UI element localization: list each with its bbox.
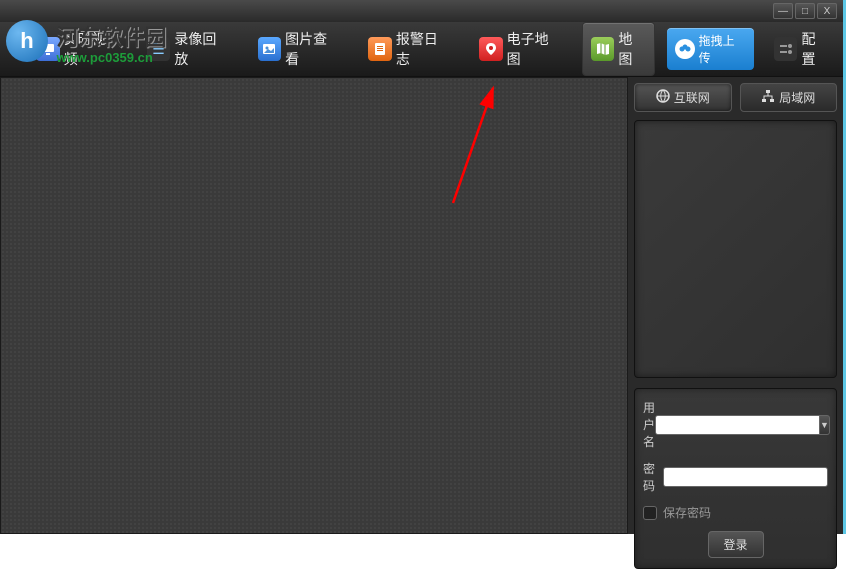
content-area: 互联网 局域网 用户名 ▼ 密码 (0, 77, 843, 534)
annotation-arrow-icon (413, 83, 533, 213)
tab-label: 地图 (618, 29, 646, 69)
config-icon (774, 37, 798, 61)
username-input[interactable] (655, 415, 820, 435)
tab-label: 互联网 (674, 89, 710, 106)
tab-label: 配置 (801, 29, 829, 69)
tab-label: 局域网 (779, 89, 815, 106)
tab-label: 录像回放 (174, 29, 229, 69)
device-list[interactable] (634, 120, 837, 378)
save-password-label: 保存密码 (663, 504, 711, 521)
maximize-button[interactable]: □ (795, 3, 815, 19)
emap-icon (479, 37, 503, 61)
main-canvas (0, 77, 628, 534)
tab-alarm-log[interactable]: 报警日志 (360, 25, 459, 73)
watermark-title: 河东软件园 (56, 20, 166, 52)
save-password-checkbox[interactable] (643, 506, 657, 520)
username-row: 用户名 ▼ (643, 399, 828, 450)
tab-map[interactable]: 地图 (582, 22, 655, 76)
map-icon (591, 37, 615, 61)
tab-label: 报警日志 (396, 29, 451, 69)
tab-internet[interactable]: 互联网 (634, 83, 732, 112)
login-button[interactable]: 登录 (708, 531, 764, 558)
password-input[interactable] (663, 467, 828, 487)
username-dropdown-arrow[interactable]: ▼ (820, 415, 830, 435)
watermark-logo: h 河东软件园 www.pc0359.cn (6, 20, 166, 65)
app-window: — □ X h 河东软件园 www.pc0359.cn 实时视频 ☰ 录像回放 … (0, 0, 846, 534)
image-icon (258, 37, 282, 61)
tab-label: 图片查看 (285, 29, 340, 69)
minimize-button[interactable]: — (773, 3, 793, 19)
password-label: 密码 (643, 460, 663, 494)
login-panel: 用户名 ▼ 密码 保存密码 登录 (634, 388, 837, 569)
username-label: 用户名 (643, 399, 655, 450)
tab-lan[interactable]: 局域网 (740, 83, 838, 112)
drag-upload-button[interactable]: 拖拽上传 (667, 28, 754, 70)
tab-label: 电子地图 (507, 29, 562, 69)
globe-icon (656, 89, 670, 106)
tab-electronic-map[interactable]: 电子地图 (471, 25, 570, 73)
window-controls: — □ X (773, 3, 837, 19)
network-tabs: 互联网 局域网 (634, 83, 837, 112)
alarm-icon (368, 37, 392, 61)
lan-icon (761, 89, 775, 106)
cloud-icon (675, 39, 695, 59)
tab-config[interactable]: 配置 (766, 25, 837, 73)
logo-icon: h (6, 20, 48, 62)
close-button[interactable]: X (817, 3, 837, 19)
titlebar: — □ X (0, 0, 843, 22)
tab-image-view[interactable]: 图片查看 (250, 25, 349, 73)
watermark-url: www.pc0359.cn (56, 50, 166, 65)
right-panel: 互联网 局域网 用户名 ▼ 密码 (628, 77, 843, 534)
password-row: 密码 (643, 460, 828, 494)
save-password-row: 保存密码 (643, 504, 828, 521)
upload-label: 拖拽上传 (699, 32, 746, 66)
